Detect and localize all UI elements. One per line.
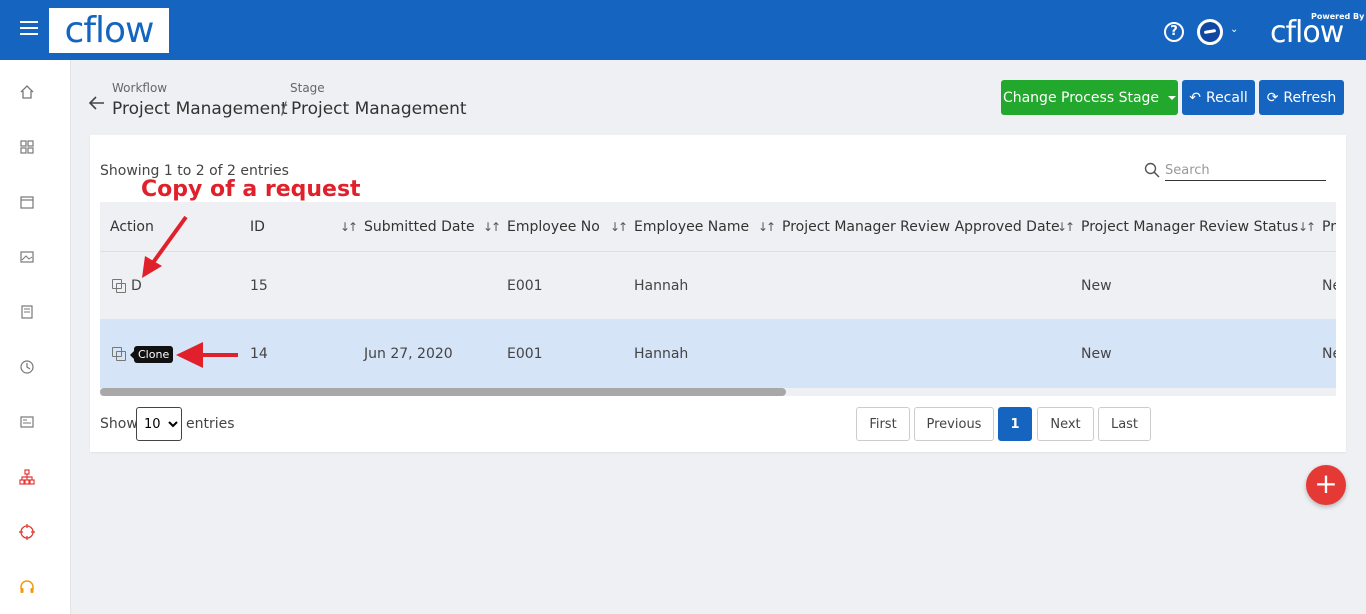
dashboard-icon[interactable]	[19, 139, 35, 155]
first-page-button[interactable]: First	[856, 407, 910, 441]
cell-employee-name: Hannah	[634, 346, 689, 362]
cell-review-status: New	[1081, 346, 1112, 362]
sort-icon[interactable]: ↓↑	[1057, 220, 1075, 234]
target-icon[interactable]	[19, 524, 35, 540]
stage-label: Stage	[290, 81, 325, 95]
clone-icon[interactable]	[112, 279, 126, 293]
refresh-label: Refresh	[1283, 89, 1337, 106]
menu-icon[interactable]	[20, 21, 38, 37]
cell-id: 15	[250, 278, 268, 294]
search-input[interactable]	[1165, 160, 1326, 181]
change-process-stage-button[interactable]: Change Process Stage	[1001, 80, 1178, 115]
table-row[interactable]: D 15 E001 Hannah New Ne	[100, 252, 1336, 320]
cell-id: 14	[250, 346, 268, 362]
history-icon[interactable]	[19, 359, 35, 375]
last-page-button[interactable]: Last	[1098, 407, 1151, 441]
book-icon[interactable]	[19, 304, 35, 320]
breadcrumb-separator: /	[281, 99, 287, 119]
cell-employee-no: E001	[507, 346, 543, 362]
clone-icon[interactable]	[112, 347, 126, 361]
cell-employee-name: Hannah	[634, 278, 689, 294]
org-chart-icon[interactable]	[19, 469, 35, 485]
image-icon[interactable]	[19, 249, 35, 265]
cflow-logo[interactable]: cflow	[49, 8, 169, 53]
add-button[interactable]: +	[1306, 465, 1346, 505]
help-icon[interactable]: ?	[1164, 22, 1184, 42]
undo-icon: ↶	[1189, 89, 1201, 106]
cell-employee-no: E001	[507, 278, 543, 294]
user-avatar[interactable]	[1197, 19, 1223, 45]
change-process-stage-label: Change Process Stage	[1002, 89, 1160, 106]
powered-by-logo: cflow	[1270, 15, 1344, 50]
column-header-employee-name[interactable]: Employee Name	[634, 219, 749, 235]
cell-truncated: Ne	[1322, 346, 1336, 362]
cell-submitted-date: Jun 27, 2020	[364, 346, 453, 362]
table-header: Action ID ↓↑ Submitted Date ↓↑ Employee …	[100, 202, 1336, 252]
caret-down-icon	[1168, 95, 1177, 100]
recall-button[interactable]: ↶ Recall	[1182, 80, 1255, 115]
logo-text: cflow	[64, 9, 155, 51]
workflow-value: Project Management	[112, 99, 288, 119]
column-header-action[interactable]: Action	[110, 219, 154, 235]
refresh-button[interactable]: ⟳ Refresh	[1259, 80, 1344, 115]
table-row[interactable]: Clone 14 Jun 27, 2020 E001 Hannah New Ne	[100, 320, 1336, 388]
sort-icon[interactable]: ↓↑	[340, 220, 358, 234]
horizontal-scrollbar-thumb[interactable]	[100, 388, 786, 396]
next-page-button[interactable]: Next	[1037, 407, 1094, 441]
sort-icon[interactable]: ↓↑	[1298, 220, 1316, 234]
column-header-truncated[interactable]: Pr	[1322, 219, 1336, 235]
page-size-select[interactable]: 10	[136, 407, 182, 441]
page-1-button[interactable]: 1	[998, 407, 1032, 441]
requests-table: Action ID ↓↑ Submitted Date ↓↑ Employee …	[100, 202, 1336, 396]
column-header-employee-no[interactable]: Employee No	[507, 219, 600, 235]
recall-label: Recall	[1205, 89, 1248, 106]
cell-truncated: Ne	[1322, 278, 1336, 294]
previous-page-button[interactable]: Previous	[914, 407, 994, 441]
cell-review-status: New	[1081, 278, 1112, 294]
draft-action[interactable]: D	[131, 278, 142, 294]
calendar-icon[interactable]	[19, 194, 35, 210]
report-icon[interactable]	[19, 414, 35, 430]
entries-label: entries	[186, 416, 235, 432]
column-header-id[interactable]: ID	[250, 219, 265, 235]
chevron-down-icon[interactable]: ⌄	[1230, 24, 1238, 35]
sort-icon[interactable]: ↓↑	[610, 220, 628, 234]
workflow-label: Workflow	[112, 81, 168, 95]
annotation-label: Copy of a request	[141, 177, 361, 202]
column-header-submitted-date[interactable]: Submitted Date	[364, 219, 475, 235]
clone-tooltip: Clone	[129, 346, 174, 363]
search-icon[interactable]	[1144, 162, 1160, 178]
column-header-approved-date[interactable]: Project Manager Review Approved Date	[782, 219, 1060, 235]
sort-icon[interactable]: ↓↑	[758, 220, 776, 234]
home-icon[interactable]	[19, 84, 35, 100]
show-label: Show	[100, 416, 138, 432]
back-arrow-icon[interactable]	[88, 94, 106, 112]
headset-icon[interactable]	[19, 579, 35, 595]
sort-icon[interactable]: ↓↑	[483, 220, 501, 234]
column-header-review-status[interactable]: Project Manager Review Status	[1081, 219, 1298, 235]
stage-value: Project Management	[291, 99, 467, 119]
sidebar	[0, 60, 71, 614]
top-bar: cflow ? ⌄ Powered By cflow	[0, 0, 1366, 60]
refresh-icon: ⟳	[1266, 89, 1279, 106]
